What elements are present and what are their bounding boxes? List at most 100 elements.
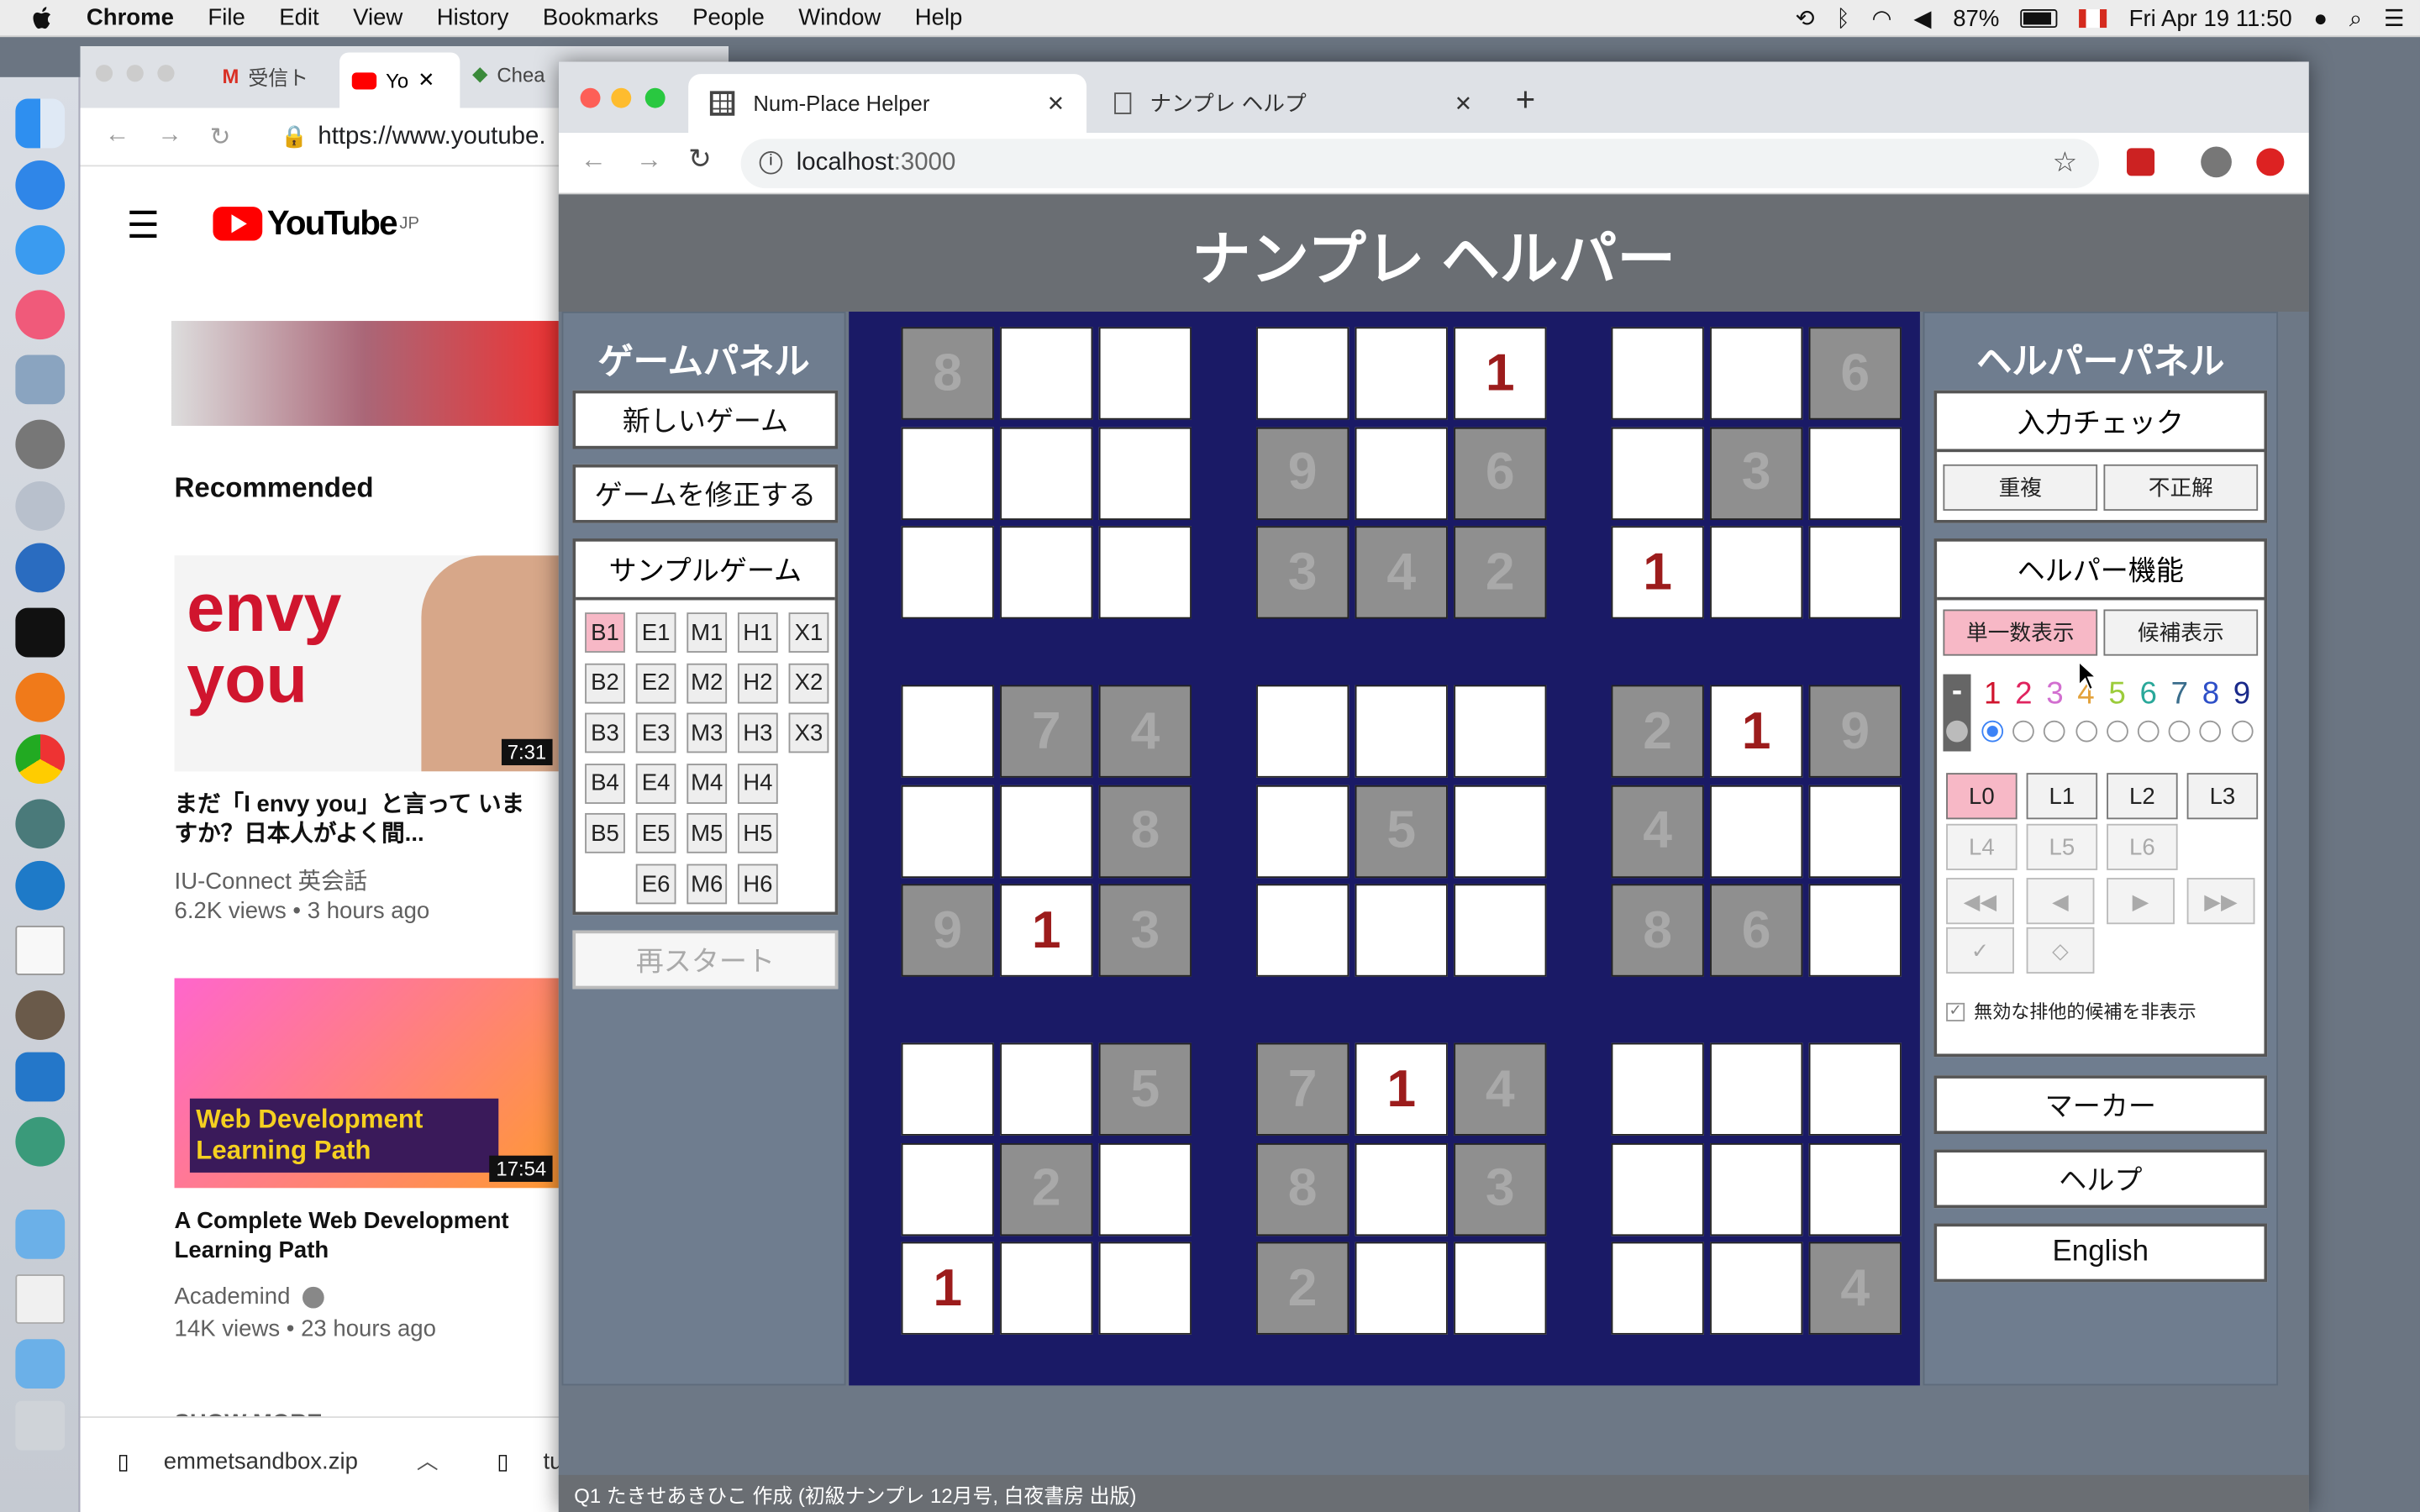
level-button-l3[interactable]: L3 [2186, 773, 2259, 820]
board-cell[interactable] [1454, 1242, 1547, 1335]
sample-game-e1[interactable]: E1 [635, 612, 676, 653]
board-cell[interactable] [1355, 1242, 1448, 1335]
sample-game-b2[interactable]: B2 [585, 663, 625, 703]
sample-game-h1[interactable]: H1 [737, 612, 778, 653]
help-button[interactable]: ヘルプ [1933, 1149, 2268, 1209]
sample-game-h5[interactable]: H5 [737, 813, 778, 854]
board-cell[interactable]: 4 [1611, 784, 1704, 878]
menu-app-name[interactable]: Chrome [87, 5, 174, 31]
incorrect-check-button[interactable]: 不正解 [2103, 464, 2259, 511]
preview-icon[interactable] [15, 354, 66, 405]
level-button-l0[interactable]: L0 [1946, 773, 2018, 820]
board-cell[interactable]: 4 [1454, 1042, 1547, 1136]
board-cell[interactable]: 8 [901, 327, 994, 420]
board-cell[interactable] [901, 526, 994, 619]
downloads-folder-icon[interactable] [15, 1339, 66, 1389]
digit-7[interactable]: 7 [2164, 677, 2195, 712]
board-cell[interactable] [1808, 426, 1902, 520]
video-thumbnail[interactable]: envy you 7:31 [174, 555, 559, 772]
marker-button[interactable]: マーカー [1933, 1075, 2268, 1134]
sample-game-x2[interactable]: X2 [788, 663, 829, 703]
close-tab-icon[interactable]: ✕ [418, 68, 434, 92]
menu-file[interactable]: File [208, 5, 245, 31]
board-cell[interactable] [901, 1142, 994, 1236]
wolfram-icon[interactable] [15, 860, 66, 911]
board-cell[interactable]: 6 [1710, 884, 1803, 977]
board-cell[interactable] [1000, 526, 1093, 619]
chrome-icon[interactable] [15, 734, 66, 785]
board-cell[interactable]: 2 [1454, 526, 1547, 619]
board-cell[interactable] [1611, 426, 1704, 520]
digit-7-radio[interactable] [2168, 720, 2191, 743]
board-cell[interactable] [1000, 426, 1093, 520]
video-title[interactable]: まだ「I envy you」と言って いますか？日本人がよく間... [175, 790, 545, 848]
board-cell[interactable] [1808, 526, 1902, 619]
board-cell[interactable] [1355, 685, 1448, 778]
board-cell[interactable]: 3 [1710, 426, 1803, 520]
input-source-flag-icon[interactable] [2079, 9, 2107, 29]
board-cell[interactable] [1611, 327, 1704, 420]
board-cell[interactable]: 5 [1098, 1042, 1192, 1136]
board-cell[interactable]: 8 [1256, 1142, 1349, 1236]
time-machine-icon[interactable]: ⟲ [1795, 5, 1814, 33]
chevron-up-icon[interactable]: ︿ [417, 1446, 439, 1477]
applications-folder-icon[interactable] [15, 1209, 66, 1259]
board-cell[interactable] [1098, 526, 1192, 619]
sample-game-h3[interactable]: H3 [737, 712, 778, 753]
fix-game-button[interactable]: ゲームを修正する [572, 464, 839, 523]
new-game-button[interactable]: 新しいゲーム [572, 390, 839, 449]
digit-9-radio[interactable] [2231, 720, 2253, 743]
sample-game-m4[interactable]: M4 [687, 763, 728, 804]
board-cell[interactable]: 1 [1710, 685, 1803, 778]
video-title[interactable]: A Complete Web Development Learning Path [175, 1206, 545, 1265]
board-cell[interactable] [901, 426, 994, 520]
sample-game-b1[interactable]: B1 [585, 612, 625, 653]
board-cell[interactable]: 8 [1611, 884, 1704, 977]
back-icon[interactable]: ← [581, 145, 607, 176]
board-cell[interactable] [1000, 1242, 1093, 1335]
menu-view[interactable]: View [353, 5, 402, 31]
download-filename[interactable]: emmetsandbox.zip [164, 1449, 358, 1475]
board-cell[interactable]: 6 [1454, 426, 1547, 520]
board-cell[interactable] [1710, 526, 1803, 619]
next-step-button[interactable]: ▶ [2107, 878, 2175, 925]
sample-game-e3[interactable]: E3 [635, 712, 676, 753]
zoom-window-icon[interactable] [644, 87, 666, 108]
close-tab-icon[interactable]: ✕ [1455, 90, 1473, 116]
board-cell[interactable] [1710, 327, 1803, 420]
sample-game-h2[interactable]: H2 [737, 663, 778, 703]
board-cell[interactable] [1355, 327, 1448, 420]
sample-game-b5[interactable]: B5 [585, 813, 625, 854]
trash-icon[interactable] [15, 1400, 66, 1451]
candidate-display-button[interactable]: 候補表示 [2103, 609, 2259, 656]
board-cell[interactable] [1256, 685, 1349, 778]
board-cell[interactable] [1000, 784, 1093, 878]
sample-game-m3[interactable]: M3 [687, 712, 728, 753]
video-thumbnail-partial[interactable] [171, 321, 559, 426]
spotlight-icon[interactable]: ⌕ [2349, 5, 2362, 31]
board-cell[interactable] [1611, 1042, 1704, 1136]
wifi-icon[interactable]: ◠ [1872, 5, 1892, 33]
music-icon[interactable] [15, 290, 66, 340]
board-cell[interactable] [1808, 1042, 1902, 1136]
sample-game-m1[interactable]: M1 [687, 612, 728, 653]
digit-6[interactable]: 6 [2133, 677, 2164, 712]
digit-9[interactable]: 9 [2227, 677, 2258, 712]
menu-window[interactable]: Window [798, 5, 881, 31]
text-file-icon[interactable] [15, 1274, 66, 1324]
board-cell[interactable]: 4 [1808, 1242, 1902, 1335]
board-cell[interactable] [1000, 1042, 1093, 1136]
digit-5-radio[interactable] [2106, 720, 2128, 743]
app-store-icon[interactable] [15, 160, 66, 210]
board-cell[interactable] [1611, 1142, 1704, 1236]
restart-button[interactable]: 再スタート [572, 930, 839, 990]
board-cell[interactable]: 1 [1611, 526, 1704, 619]
digit-3-radio[interactable] [2044, 720, 2066, 743]
close-window-icon[interactable] [95, 65, 113, 82]
level-button-l4[interactable]: L4 [1946, 823, 2018, 870]
video-channel[interactable]: IU-Connect 英会話 [175, 864, 368, 897]
terminal-icon[interactable] [15, 607, 66, 658]
new-tab-icon[interactable]: + [1516, 81, 1536, 121]
prev-step-button[interactable]: ◀ [2026, 878, 2095, 925]
level-button-l6[interactable]: L6 [2107, 823, 2178, 870]
